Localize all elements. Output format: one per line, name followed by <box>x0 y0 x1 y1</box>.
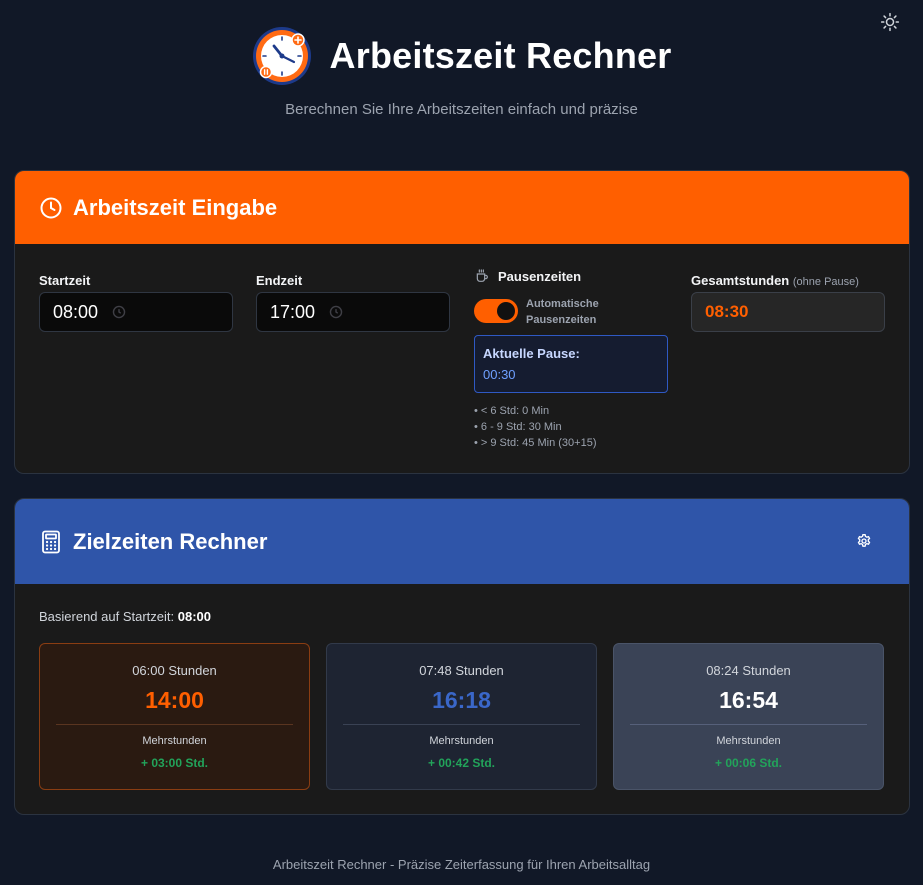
clock-icon <box>112 305 126 319</box>
clock-icon <box>329 305 343 319</box>
target-hours-label: 06:00 Stunden <box>132 663 217 678</box>
total-hours-label-text: Gesamtstunden <box>691 273 790 288</box>
current-pause-label: Aktuelle Pause: <box>483 346 580 361</box>
work-time-input-header: Arbeitszeit Eingabe <box>15 171 909 244</box>
end-time-label: Endzeit <box>256 273 303 288</box>
total-hours-value: 08:30 <box>705 302 749 321</box>
total-hours-field: 08:30 <box>691 292 885 332</box>
divider <box>630 724 867 725</box>
coffee-cup-icon <box>476 269 488 282</box>
target-card-8h24[interactable]: 08:24 Stunden 16:54 Mehrstunden + 00:06 … <box>613 643 884 790</box>
overtime-label: Mehrstunden <box>429 735 494 747</box>
pause-rule: • < 6 Std: 0 Min <box>474 405 550 417</box>
overtime-value: + 00:06 Std. <box>714 756 783 770</box>
target-card-6h[interactable]: 06:00 Stunden 14:00 Mehrstunden + 03:00 … <box>39 643 310 790</box>
based-on-label: Basierend auf Startzeit: <box>39 609 175 624</box>
target-card-7h48[interactable]: 07:48 Stunden 16:18 Mehrstunden + 00:42 … <box>326 643 597 790</box>
gear-icon <box>857 534 871 547</box>
divider <box>56 724 293 725</box>
page: Arbeitszeit Rechner Berechnen Sie Ihre A… <box>0 0 923 885</box>
target-hours-label: 08:24 Stunden <box>706 663 791 678</box>
toggle-knob <box>497 302 515 320</box>
overtime-label: Mehrstunden <box>142 735 207 747</box>
pause-title-text: Pausenzeiten <box>498 268 582 284</box>
total-hours-label: Gesamtstunden (ohne Pause) <box>691 273 859 288</box>
target-times-card: Zielzeiten Rechner Basierend auf Startze… <box>14 498 910 815</box>
auto-pause-toggle[interactable] <box>474 299 518 323</box>
end-time-value: 17:00 <box>270 301 316 322</box>
app-subtitle: Berechnen Sie Ihre Arbeitszeiten einfach… <box>285 101 638 118</box>
target-end-time: 16:54 <box>719 687 778 713</box>
app-title: Arbeitszeit Rechner <box>329 35 672 76</box>
target-end-time: 16:18 <box>432 687 491 713</box>
pause-section-title: Pausenzeiten <box>474 268 581 284</box>
clock-icon <box>39 196 63 220</box>
auto-pause-label: Automatische Pausenzeiten <box>526 298 599 326</box>
pause-rule: • 6 - 9 Std: 30 Min <box>474 421 562 433</box>
calculator-icon <box>39 530 63 554</box>
target-times-title: Zielzeiten Rechner <box>73 528 268 554</box>
based-on-start-text: Basierend auf Startzeit: 08:00 <box>39 609 211 624</box>
start-time-label: Startzeit <box>39 273 91 288</box>
pause-rule: • > 9 Std: 45 Min (30+15) <box>474 437 597 449</box>
overtime-value: + 03:00 Std. <box>140 756 209 770</box>
overtime-label: Mehrstunden <box>716 735 781 747</box>
target-end-time: 14:00 <box>145 687 204 713</box>
divider <box>343 724 580 725</box>
clock-logo-icon <box>252 27 311 85</box>
target-times-header: Zielzeiten Rechner <box>15 499 909 584</box>
end-time-input[interactable]: 17:00 <box>256 292 450 332</box>
start-time-input[interactable]: 08:00 <box>39 292 233 332</box>
total-hours-note: (ohne Pause) <box>792 276 859 288</box>
app-header: Arbeitszeit Rechner <box>0 26 923 86</box>
footer-text: Arbeitszeit Rechner - Präzise Zeiterfass… <box>272 857 651 872</box>
target-settings-button[interactable] <box>855 532 873 550</box>
pause-rules-list: • < 6 Std: 0 Min • 6 - 9 Std: 30 Min • >… <box>474 403 596 451</box>
current-pause-box: Aktuelle Pause: 00:30 <box>474 335 668 393</box>
current-pause-value: 00:30 <box>483 367 516 382</box>
based-on-value: 08:00 <box>177 609 212 624</box>
start-time-value: 08:00 <box>53 301 99 322</box>
overtime-value: + 00:42 Std. <box>427 756 496 770</box>
target-hours-label: 07:48 Stunden <box>419 663 504 678</box>
work-time-input-card: Arbeitszeit Eingabe Startzeit 08:00 Endz… <box>14 170 910 474</box>
work-time-input-title: Arbeitszeit Eingabe <box>73 194 278 220</box>
